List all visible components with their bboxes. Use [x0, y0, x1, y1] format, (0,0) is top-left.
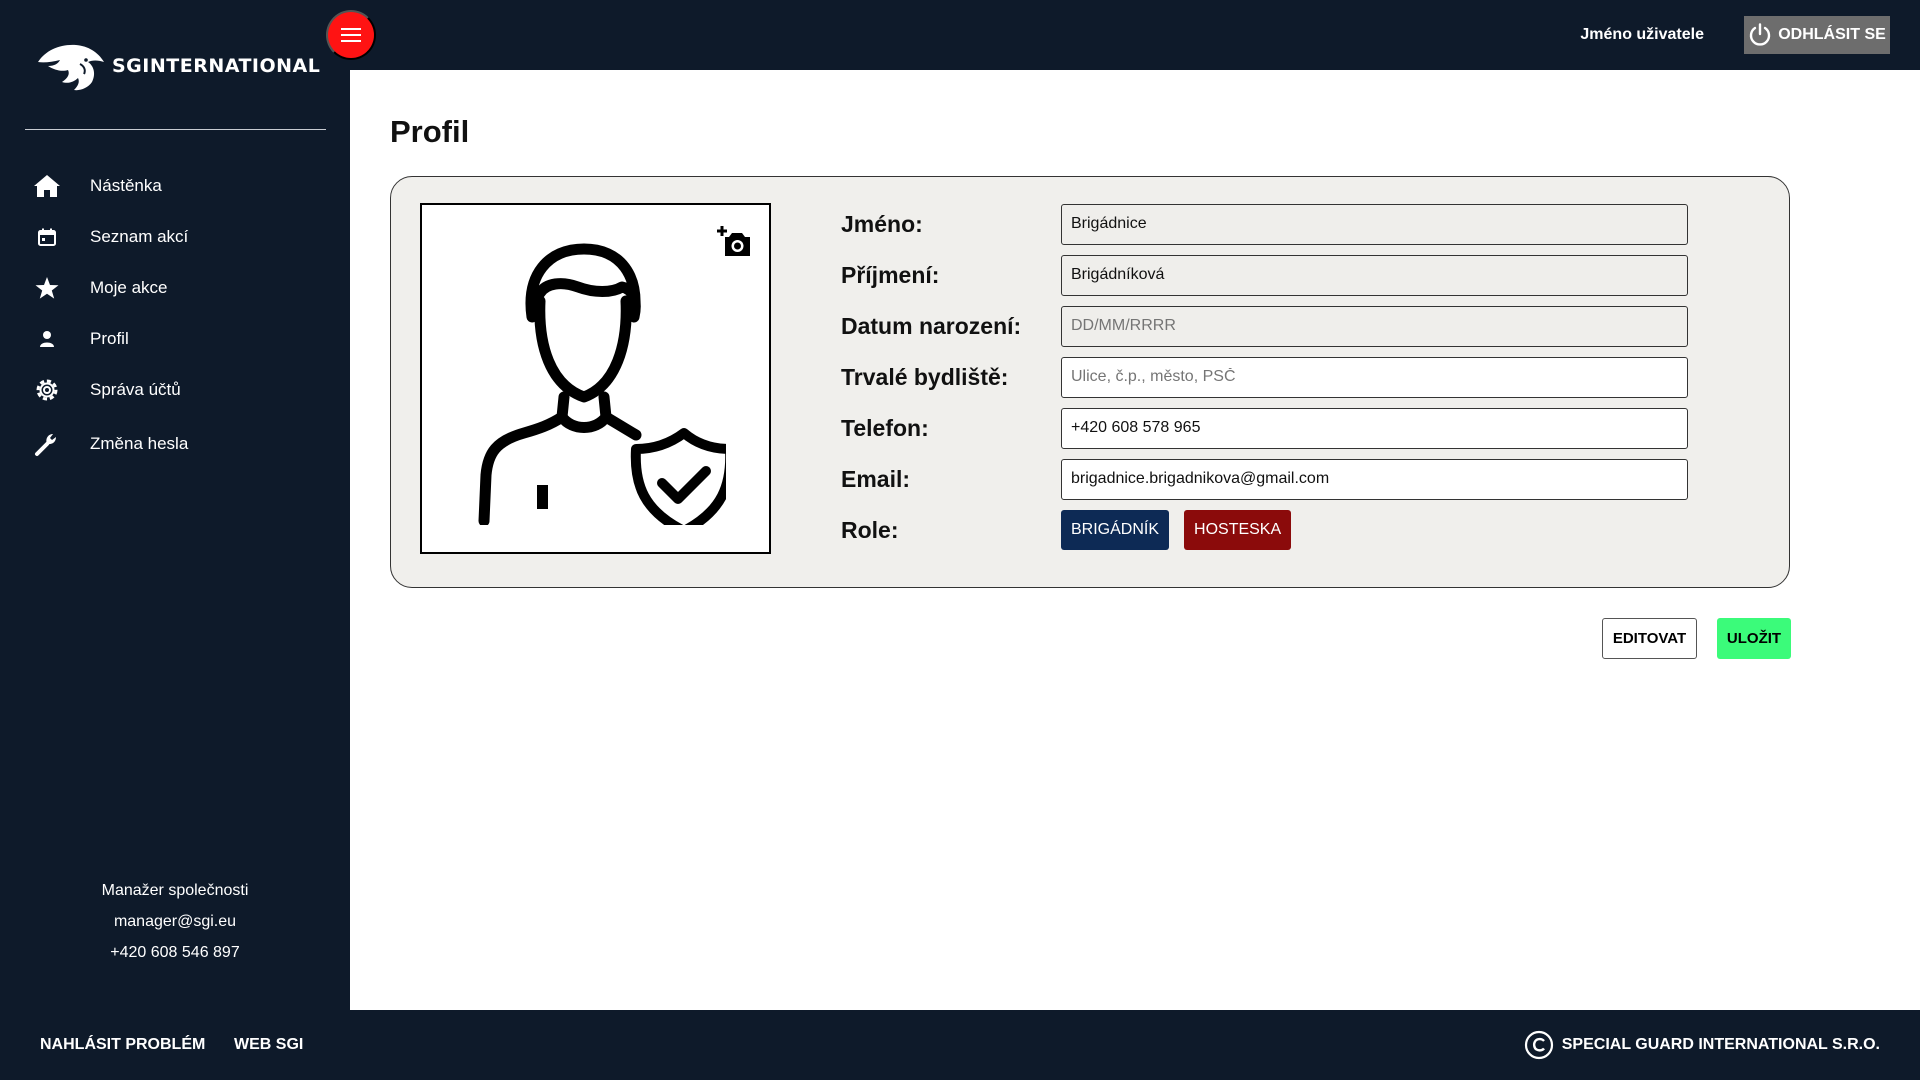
edit-button[interactable]: EDITOVAT — [1602, 618, 1697, 659]
sidebar-item-my-events[interactable]: Moje akce — [0, 262, 350, 313]
sidebar: SGINTERNATIONAL Nástěnka Seznam akcí Moj… — [0, 0, 350, 1010]
roles-label: Role: — [841, 516, 899, 543]
first-name-row: Jméno: — [841, 203, 1741, 245]
report-problem-link[interactable]: NAHLÁSIT PROBLÉM — [40, 1036, 205, 1054]
sidebar-nav: Nástěnka Seznam akcí Moje akce Profil Sp… — [0, 160, 350, 469]
sidebar-item-label: Správa účtů — [90, 379, 181, 399]
user-shield-avatar-icon — [478, 243, 726, 525]
birth-date-row: Datum narození: — [841, 305, 1741, 347]
logout-label: ODHLÁSIT SE — [1778, 26, 1886, 43]
top-bar: Jméno uživatele — [350, 0, 1920, 70]
sidebar-item-dashboard[interactable]: Nástěnka — [0, 160, 350, 211]
sidebar-item-profile[interactable]: Profil — [0, 313, 350, 364]
sidebar-item-events[interactable]: Seznam akcí — [0, 211, 350, 262]
roles-row: Role: BRIGÁDNÍK HOSTESKA — [841, 509, 1741, 551]
user-icon — [32, 324, 62, 354]
home-icon — [32, 171, 62, 201]
calendar-icon — [32, 222, 62, 252]
sidebar-item-label: Profil — [90, 328, 129, 348]
email-row: Email: — [841, 458, 1741, 500]
phone-label: Telefon: — [841, 414, 929, 441]
copyright-icon — [1524, 1030, 1553, 1060]
last-name-field[interactable] — [1061, 254, 1688, 296]
web-sgi-link[interactable]: WEB SGI — [234, 1036, 303, 1054]
page-title: Profil — [390, 114, 470, 149]
save-button[interactable]: ULOŽIT — [1717, 618, 1791, 659]
hamburger-icon — [341, 28, 361, 42]
sidebar-divider — [25, 129, 326, 130]
contact-phone: +420 608 546 897 — [110, 944, 240, 961]
contact-email: manager@sgi.eu — [113, 913, 237, 930]
profile-photo[interactable] — [420, 203, 771, 554]
address-label: Trvalé bydliště: — [841, 363, 1009, 390]
menu-toggle-button[interactable] — [326, 10, 376, 60]
sidebar-item-label: Změna hesla — [90, 433, 189, 453]
role-badges: BRIGÁDNÍK HOSTESKA — [1061, 510, 1292, 550]
contact-role: Manažer společnosti — [101, 882, 249, 899]
brand-logo[interactable]: SGINTERNATIONAL — [36, 38, 321, 94]
username[interactable]: Jméno uživatele — [1580, 26, 1704, 44]
first-name-field[interactable] — [1061, 203, 1688, 245]
footer: NAHLÁSIT PROBLÉM WEB SGI SPECIAL GUARD I… — [0, 1010, 1920, 1080]
birth-date-label: Datum narození: — [841, 312, 1022, 339]
address-row: Trvalé bydliště: — [841, 356, 1741, 398]
role-badge-brigadnik[interactable]: BRIGÁDNÍK — [1061, 510, 1170, 550]
add-photo-icon[interactable] — [715, 223, 753, 259]
lion-logo-icon — [38, 44, 104, 91]
phone-field[interactable] — [1061, 407, 1688, 449]
sidebar-item-change-password[interactable]: Změna hesla — [0, 418, 350, 469]
copyright: SPECIAL GUARD INTERNATIONAL S.R.O. — [1524, 1030, 1880, 1060]
sidebar-item-accounts[interactable]: Správa účtů — [0, 364, 350, 415]
phone-row: Telefon: — [841, 407, 1741, 449]
address-field[interactable] — [1061, 356, 1688, 398]
last-name-label: Příjmení: — [841, 261, 940, 288]
email-field[interactable] — [1061, 458, 1688, 500]
manager-contact: Manažer společnosti manager@sgi.eu +420 … — [0, 875, 350, 968]
copyright-text: SPECIAL GUARD INTERNATIONAL S.R.O. — [1561, 1036, 1880, 1053]
main-content: Profil Jméno: Brigádnice Příjmení: Brigá… — [350, 70, 1920, 1010]
last-name-row: Příjmení: — [841, 254, 1741, 296]
sidebar-item-label: Moje akce — [90, 277, 168, 297]
logout-button[interactable]: ODHLÁSIT SE — [1744, 16, 1890, 54]
profile-card: Jméno: Příjmení: Datum narození: Trvalé … — [390, 176, 1790, 588]
power-icon — [1750, 23, 1771, 46]
birth-date-field[interactable] — [1061, 305, 1688, 347]
brand-name: SGINTERNATIONAL — [112, 55, 321, 77]
role-badge-hosteska[interactable]: HOSTESKA — [1184, 510, 1292, 550]
gear-icon — [32, 375, 62, 405]
sidebar-item-label: Seznam akcí — [90, 226, 189, 246]
star-icon — [32, 273, 62, 303]
wrench-icon — [32, 429, 62, 459]
email-label: Email: — [841, 465, 911, 492]
first-name-label: Jméno: — [841, 210, 923, 237]
sidebar-item-label: Nástěnka — [90, 175, 162, 195]
